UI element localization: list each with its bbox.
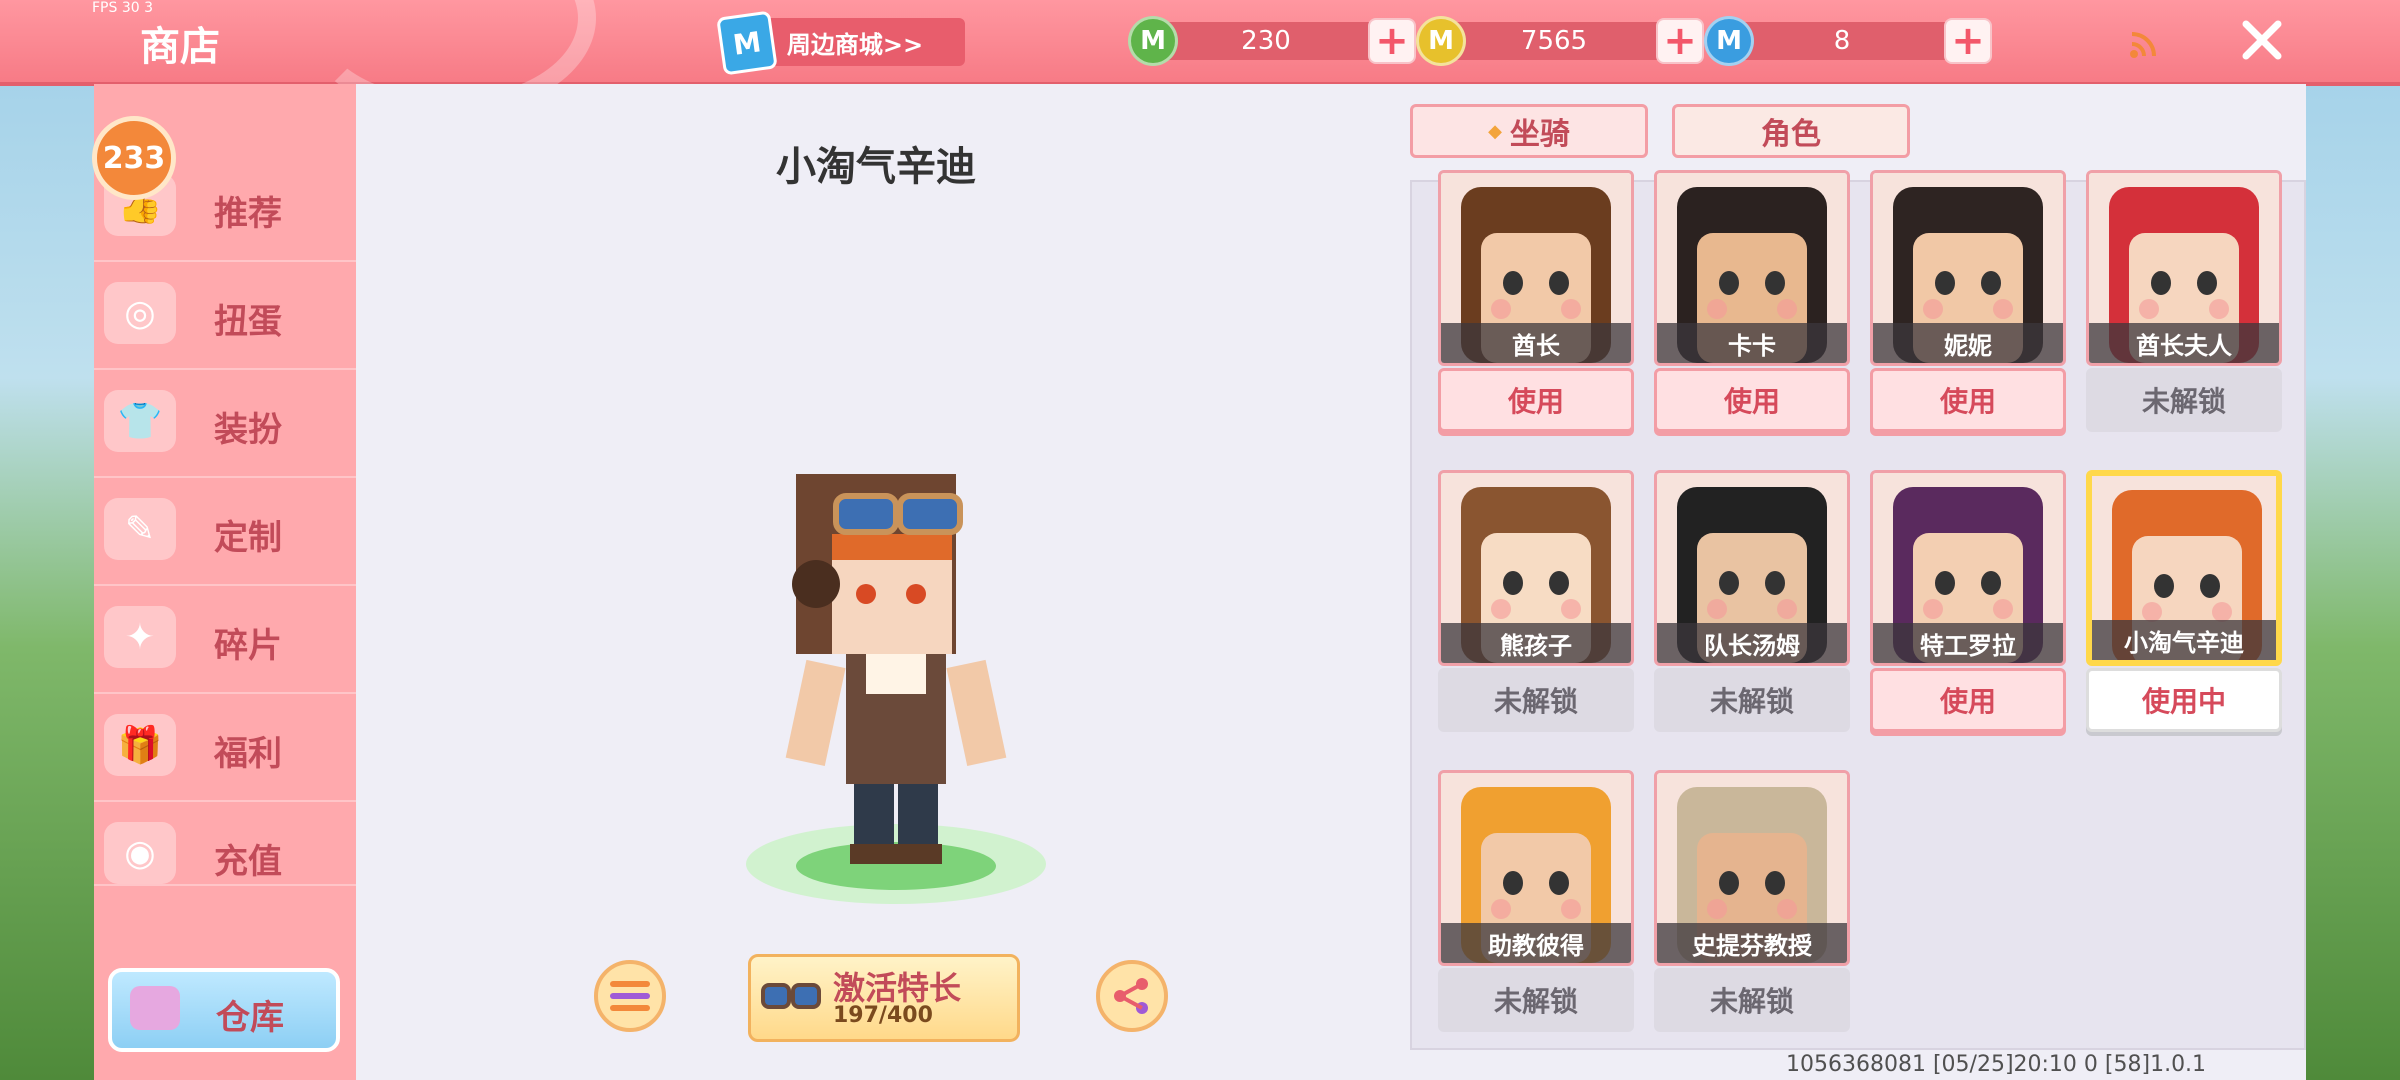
character-portrait: 妮妮 (1870, 170, 2066, 366)
shirt-icon: 👕 (104, 390, 176, 452)
use-button[interactable]: 使用 (1870, 368, 2066, 432)
locked-status: 未解锁 (1438, 968, 1634, 1032)
list-icon (610, 981, 650, 1011)
add-mini-point-button[interactable]: + (1944, 18, 1992, 64)
character-portrait: 酋长 (1438, 170, 1634, 366)
tab-mount[interactable]: ◆ 坐骑 (1410, 104, 1648, 158)
tab-character[interactable]: 角色 (1672, 104, 1910, 158)
gift-icon: 🎁 (104, 714, 176, 776)
locked-status: 未解锁 (1438, 668, 1634, 732)
goggles-icon (761, 983, 821, 1009)
mall-button-label: 周边商城>> (786, 30, 924, 59)
character-card[interactable]: 特工罗拉 使用 (1870, 470, 2066, 742)
warehouse-icon (130, 986, 180, 1030)
character-card[interactable]: 助教彼得 未解锁 (1438, 770, 1634, 1042)
character-name-label: 酋长夫人 (2089, 323, 2279, 363)
sidebar-item-custom[interactable]: ✎ 定制 (94, 480, 356, 586)
use-button[interactable]: 使用 (1870, 668, 2066, 732)
sidebar: 👍 推荐 ◎ 扭蛋 👕 装扮 ✎ 定制 ✦ 碎片 🎁 福利 ◉ 充值 (94, 84, 360, 1080)
character-card[interactable]: 酋长夫人 未解锁 (2086, 170, 2282, 442)
character-name-label: 熊孩子 (1441, 623, 1631, 663)
currency-value: 8 (1732, 22, 1952, 60)
share-icon (1114, 978, 1148, 1014)
tab-label: 角色 (1761, 117, 1821, 152)
add-mini-bean-button[interactable]: + (1368, 18, 1416, 64)
sidebar-item-recharge[interactable]: ◉ 充值 (94, 804, 356, 886)
character-portrait: 卡卡 (1654, 170, 1850, 366)
character-grid: 酋长 使用 卡卡 使用 妮妮 使用 酋长夫人 未解锁 熊孩子 未解锁 队长汤姆 未解锁 特工罗拉 使用 小淘… (1410, 170, 2306, 1050)
character-portrait: 熊孩子 (1438, 470, 1634, 666)
activate-skill-progress: 197/400 (833, 1003, 933, 1028)
tab-label: 坐骑 (1509, 117, 1570, 152)
character-portrait: 史提芬教授 (1654, 770, 1850, 966)
character-card[interactable]: 熊孩子 未解锁 (1438, 470, 1634, 742)
character-card[interactable]: 史提芬教授 未解锁 (1654, 770, 1850, 1042)
character-card[interactable]: 队长汤姆 未解锁 (1654, 470, 1850, 742)
sidebar-item-label: 充值 (214, 842, 282, 882)
in-use-button[interactable]: 使用中 (2086, 668, 2282, 732)
character-name-label: 助教彼得 (1441, 923, 1631, 963)
character-portrait: 助教彼得 (1438, 770, 1634, 966)
sidebar-item-label: 推荐 (214, 194, 282, 234)
shards-icon: ✦ (104, 606, 176, 668)
coins-icon: ◉ (104, 822, 176, 884)
character-name-label: 史提芬教授 (1657, 923, 1847, 963)
add-mini-coin-button[interactable]: + (1656, 18, 1704, 64)
mini-point-icon: M (1704, 16, 1754, 66)
locked-status: 未解锁 (2086, 368, 2282, 432)
details-list-button[interactable] (594, 960, 666, 1032)
top-bar: FPS 30 3 商店 周边商城>> M 230 M + 7565 M + 8 … (0, 0, 2400, 116)
level-badge: 233 (92, 116, 176, 200)
page-title: 商店 (140, 24, 220, 70)
character-grid-panel: ◆ 坐骑 角色 酋长 使用 卡卡 使用 妮妮 使用 酋长夫人 未解锁 熊孩子 未解锁 队长汤姆 未解锁… (1410, 84, 2306, 1080)
use-button[interactable]: 使用 (1438, 368, 1634, 432)
sidebar-item-label: 碎片 (214, 626, 282, 666)
signal-icon (2130, 32, 2156, 58)
pencil-icon: ✎ (104, 498, 176, 560)
sidebar-item-label: 扭蛋 (214, 302, 282, 342)
character-portrait: 队长汤姆 (1654, 470, 1850, 666)
character-preview-panel: 小淘气辛迪 激活特长 197/400 (356, 84, 1410, 1080)
character-name-label: 妮妮 (1873, 323, 2063, 363)
tab-indicator-icon: ◆ (1488, 120, 1502, 142)
capsule-icon: ◎ (104, 282, 176, 344)
sidebar-item-outfit[interactable]: 👕 装扮 (94, 372, 356, 478)
character-portrait: 特工罗拉 (1870, 470, 2066, 666)
warehouse-button[interactable]: 仓库 (108, 968, 340, 1052)
character-card[interactable]: 酋长 使用 (1438, 170, 1634, 442)
sidebar-item-label: 定制 (214, 518, 282, 558)
activate-skill-button[interactable]: 激活特长 197/400 (748, 954, 1020, 1042)
share-button[interactable] (1096, 960, 1168, 1032)
character-name-label: 酋长 (1441, 323, 1631, 363)
character-portrait: 小淘气辛迪 (2086, 470, 2282, 666)
character-portrait: 酋长夫人 (2086, 170, 2282, 366)
character-name-label: 小淘气辛迪 (2092, 620, 2276, 660)
currency-value: 230 (1156, 22, 1376, 60)
use-button[interactable]: 使用 (1654, 368, 1850, 432)
sidebar-item-label: 装扮 (214, 410, 282, 450)
character-model[interactable] (736, 474, 1056, 994)
locked-status: 未解锁 (1654, 668, 1850, 732)
currency-value: 7565 (1444, 22, 1664, 60)
character-card[interactable]: 小淘气辛迪 使用中 (2086, 470, 2282, 742)
sidebar-item-label: 福利 (214, 734, 282, 774)
warehouse-label: 仓库 (216, 998, 284, 1038)
sidebar-item-gacha[interactable]: ◎ 扭蛋 (94, 264, 356, 370)
mall-button[interactable]: 周边商城>> (745, 18, 965, 66)
mall-icon[interactable]: M (716, 10, 778, 76)
locked-status: 未解锁 (1654, 968, 1850, 1032)
close-icon[interactable] (2238, 16, 2286, 64)
mini-bean-icon: M (1128, 16, 1178, 66)
account-info: 1056368081 [05/25]20:10 0 [58]1.0.1 (1786, 1052, 2207, 1077)
sidebar-item-shards[interactable]: ✦ 碎片 (94, 588, 356, 694)
character-card[interactable]: 妮妮 使用 (1870, 170, 2066, 442)
character-name-label: 特工罗拉 (1873, 623, 2063, 663)
mini-coin-icon: M (1416, 16, 1466, 66)
character-name-label: 卡卡 (1657, 323, 1847, 363)
character-card[interactable]: 卡卡 使用 (1654, 170, 1850, 442)
character-name: 小淘气辛迪 (776, 144, 976, 190)
character-name-label: 队长汤姆 (1657, 623, 1847, 663)
sidebar-item-welfare[interactable]: 🎁 福利 (94, 696, 356, 802)
